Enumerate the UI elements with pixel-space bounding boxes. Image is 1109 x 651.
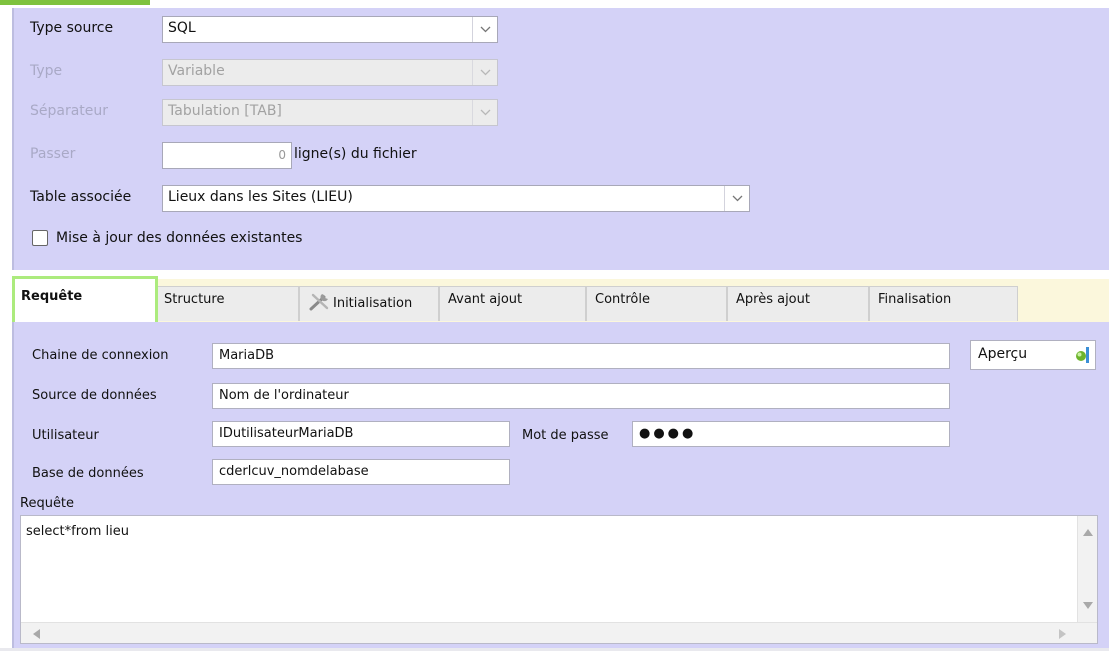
passer-label: Passer — [30, 146, 76, 162]
mot-de-passe-value: ●●●● — [639, 426, 697, 441]
mot-de-passe-input[interactable]: ●●●● — [632, 421, 950, 447]
requete-label: Requête — [20, 496, 75, 511]
base-donnees-input[interactable]: cderlcuv_nomdelabase — [212, 459, 510, 485]
tab-finalisation[interactable]: Finalisation — [869, 286, 1018, 321]
apercu-label: Aperçu — [978, 346, 1028, 362]
chevron-down-icon — [472, 100, 497, 125]
tab-finalisation-label: Finalisation — [878, 292, 952, 307]
scroll-down-icon[interactable] — [1083, 602, 1093, 609]
type-source-value: SQL — [168, 20, 196, 36]
type-source-select[interactable]: SQL — [162, 16, 498, 43]
update-existing-label[interactable]: Mise à jour des données existantes — [56, 230, 302, 246]
requete-textarea[interactable]: select*from lieu — [20, 515, 1098, 644]
tab-structure-label: Structure — [164, 292, 225, 307]
chevron-down-icon[interactable] — [724, 186, 749, 211]
tools-icon — [309, 293, 329, 311]
separateur-label: Séparateur — [30, 103, 109, 119]
mot-de-passe-label: Mot de passe — [522, 428, 609, 443]
chevron-down-icon — [472, 60, 497, 85]
table-associee-value: Lieux dans les Sites (LIEU) — [168, 189, 353, 205]
scroll-left-icon[interactable] — [33, 629, 40, 639]
type-label: Type — [30, 63, 63, 79]
scroll-right-icon[interactable] — [1059, 629, 1066, 639]
tab-initialisation-label: Initialisation — [333, 296, 413, 311]
preview-icon — [1076, 347, 1089, 363]
utilisateur-label: Utilisateur — [32, 428, 99, 443]
scroll-up-icon[interactable] — [1083, 529, 1093, 536]
tab-requete[interactable]: Requête — [12, 276, 158, 325]
vertical-scrollbar[interactable] — [1077, 516, 1097, 622]
top-strip — [0, 0, 1109, 8]
tab-avant-ajout-label: Avant ajout — [448, 292, 523, 307]
base-donnees-value: cderlcuv_nomdelabase — [219, 464, 369, 479]
type-select: Variable — [162, 59, 498, 86]
chaine-connexion-label: Chaine de connexion — [32, 348, 169, 363]
update-existing-checkbox[interactable] — [32, 230, 48, 246]
source-donnees-value: Nom de l'ordinateur — [219, 388, 349, 403]
horizontal-scrollbar[interactable] — [21, 622, 1097, 643]
apercu-button[interactable]: Aperçu — [970, 340, 1096, 370]
type-source-label: Type source — [30, 20, 114, 36]
table-associee-select[interactable]: Lieux dans les Sites (LIEU) — [162, 185, 750, 212]
chaine-connexion-value: MariaDB — [219, 348, 275, 363]
tab-requete-label: Requête — [21, 289, 83, 304]
tab-avant-ajout[interactable]: Avant ajout — [439, 286, 586, 321]
chevron-down-icon[interactable] — [472, 17, 497, 42]
tab-controle-label: Contrôle — [595, 292, 650, 307]
source-donnees-label: Source de données — [32, 388, 157, 403]
utilisateur-value: IDutilisateurMariaDB — [219, 426, 354, 441]
tab-apres-ajout[interactable]: Après ajout — [727, 286, 869, 321]
passer-suffix: ligne(s) du fichier — [294, 146, 417, 162]
chaine-connexion-input[interactable]: MariaDB — [212, 343, 950, 369]
tab-structure[interactable]: Structure — [155, 286, 299, 321]
requete-value: select*from lieu — [26, 524, 129, 539]
separateur-value: Tabulation [TAB] — [168, 103, 282, 119]
header-accent — [0, 0, 150, 5]
tab-initialisation[interactable]: Initialisation — [299, 286, 439, 321]
tab-controle[interactable]: Contrôle — [586, 286, 727, 321]
type-value: Variable — [168, 63, 225, 79]
passer-value: 0 — [278, 148, 286, 162]
tab-apres-ajout-label: Après ajout — [736, 292, 810, 307]
passer-input[interactable]: 0 — [162, 142, 292, 169]
source-donnees-input[interactable]: Nom de l'ordinateur — [212, 383, 950, 409]
base-donnees-label: Base de données — [32, 466, 144, 481]
separateur-select: Tabulation [TAB] — [162, 99, 498, 126]
utilisateur-input[interactable]: IDutilisateurMariaDB — [212, 421, 510, 447]
table-associee-label: Table associée — [30, 189, 132, 205]
